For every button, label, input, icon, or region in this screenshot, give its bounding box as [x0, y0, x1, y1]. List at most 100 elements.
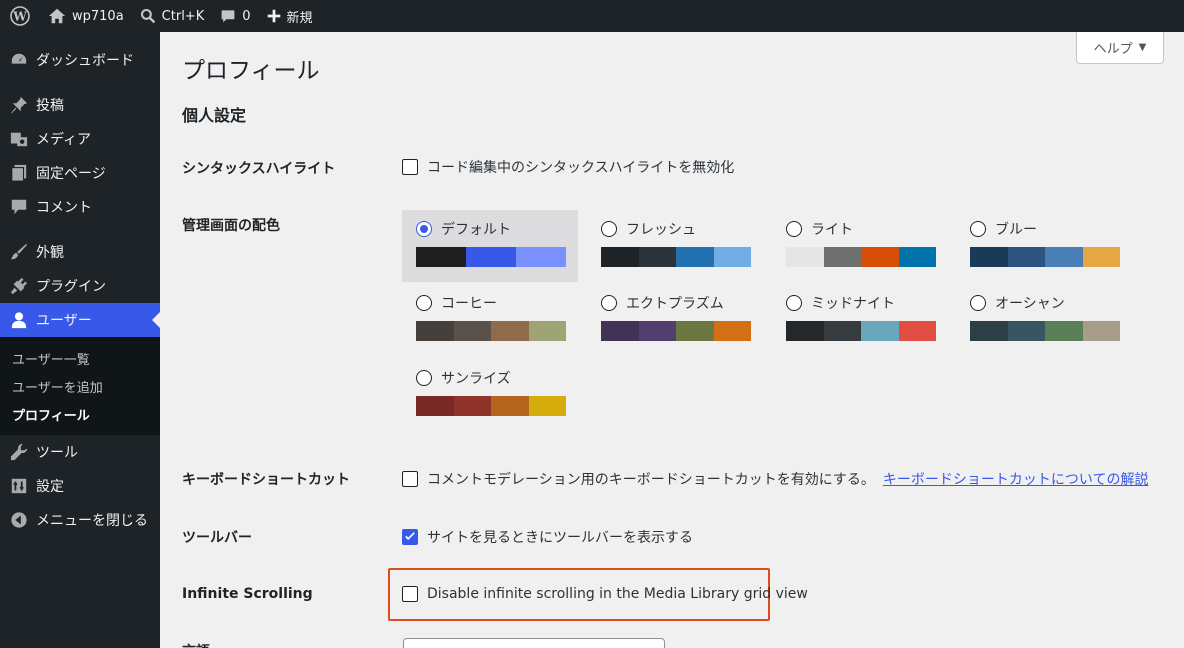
menu-label: ユーザー — [36, 313, 92, 329]
keyboard-checkbox[interactable] — [402, 471, 418, 487]
comments-button[interactable]: 0 — [212, 0, 258, 32]
scheme-ectoplasm[interactable]: エクトプラズム — [587, 284, 763, 356]
help-button[interactable]: ヘルプ ▼ — [1076, 32, 1164, 64]
plugin-icon — [10, 277, 28, 295]
keyboard-option[interactable]: コメントモデレーション用のキーボードショートカットを有効にする。 キーボードショ… — [402, 469, 1148, 489]
scheme-name: サンライズ — [441, 371, 511, 387]
checkmark-icon — [405, 532, 415, 540]
new-label: 新規 — [286, 10, 313, 26]
toolbar-checkbox-label: サイトを見るときにツールバーを表示する — [427, 530, 693, 546]
menu-label: コメント — [36, 200, 92, 216]
menu-media[interactable]: メディア — [0, 122, 160, 156]
pin-icon — [10, 96, 28, 114]
scheme-radio[interactable] — [601, 221, 617, 237]
keyboard-checkbox-label: コメントモデレーション用のキーボードショートカットを有効にする。 — [427, 472, 875, 488]
menu-label: 投稿 — [36, 98, 64, 114]
scheme-radio[interactable] — [970, 295, 986, 311]
scheme-radio[interactable] — [970, 221, 986, 237]
settings-icon — [10, 477, 28, 495]
language-label: 言語 — [182, 641, 210, 648]
menu-users[interactable]: ユーザー — [0, 303, 160, 337]
users-submenu: ユーザー一覧 ユーザーを追加 プロフィール — [0, 337, 160, 435]
scheme-coffee[interactable]: コーヒー — [402, 284, 578, 356]
svg-text:W: W — [12, 10, 27, 24]
scheme-name: フレッシュ — [626, 222, 696, 238]
comments-count: 0 — [242, 8, 251, 24]
infinite-label: Infinite Scrolling — [182, 586, 313, 602]
scheme-swatches — [786, 321, 936, 341]
scheme-midnight[interactable]: ミッドナイト — [772, 284, 948, 356]
syntax-checkbox[interactable] — [402, 159, 418, 175]
menu-dashboard[interactable]: ダッシュボード — [0, 43, 160, 77]
menu-label: メディア — [36, 132, 92, 148]
submenu-add-user[interactable]: ユーザーを追加 — [0, 372, 160, 400]
menu-collapse[interactable]: メニューを閉じる — [0, 503, 160, 537]
search-shortcut: Ctrl+K — [161, 8, 205, 24]
infinite-checkbox-label: Disable infinite scrolling in the Media … — [427, 586, 808, 602]
scheme-blue[interactable]: ブルー — [956, 210, 1132, 282]
admin-bar: W wp710a Ctrl+K 0 新規 — [0, 0, 1184, 32]
menu-label: ツール — [36, 445, 78, 461]
syntax-option[interactable]: コード編集中のシンタックスハイライトを無効化 — [402, 157, 734, 177]
scheme-swatches — [601, 321, 751, 341]
scheme-radio[interactable] — [786, 221, 802, 237]
scheme-radio[interactable] — [416, 221, 432, 237]
scheme-name: ライト — [811, 222, 853, 238]
help-label: ヘルプ — [1093, 42, 1133, 57]
menu-posts[interactable]: 投稿 — [0, 88, 160, 122]
wp-logo-button[interactable]: W — [0, 0, 40, 32]
menu-plugins[interactable]: プラグイン — [0, 269, 160, 303]
menu-label: 外観 — [36, 245, 64, 261]
menu-settings[interactable]: 設定 — [0, 469, 160, 503]
toolbar-label: ツールバー — [182, 530, 252, 546]
scheme-swatches — [970, 321, 1120, 341]
syntax-label: シンタックスハイライト — [182, 161, 336, 177]
section-heading: 個人設定 — [182, 106, 247, 125]
toolbar-option[interactable]: サイトを見るときにツールバーを表示する — [402, 527, 693, 547]
scheme-name: オーシャン — [995, 296, 1065, 312]
scheme-name: エクトプラズム — [626, 296, 724, 312]
home-icon — [48, 8, 66, 24]
keyboard-label: キーボードショートカット — [182, 472, 350, 488]
submenu-profile[interactable]: プロフィール — [0, 400, 160, 428]
site-name-button[interactable]: wp710a — [40, 0, 132, 32]
scheme-radio[interactable] — [601, 295, 617, 311]
scheme-swatches — [786, 247, 936, 267]
caret-down-icon: ▼ — [1138, 42, 1147, 53]
menu-label: メニューを閉じる — [36, 513, 148, 529]
search-icon — [140, 8, 155, 24]
scheme-fresh[interactable]: フレッシュ — [587, 210, 763, 282]
scheme-default[interactable]: デフォルト — [402, 210, 578, 282]
scheme-swatches — [416, 396, 566, 416]
keyboard-docs-link[interactable]: キーボードショートカットについての解説 — [883, 469, 1149, 489]
color-scheme-label: 管理画面の配色 — [182, 218, 280, 234]
menu-label: 固定ページ — [36, 166, 106, 182]
menu-label: プラグイン — [36, 279, 106, 295]
wordpress-icon: W — [10, 6, 30, 26]
language-select[interactable] — [403, 638, 665, 648]
search-shortcut-button[interactable]: Ctrl+K — [132, 0, 213, 32]
scheme-name: デフォルト — [441, 222, 511, 238]
plus-icon — [267, 9, 280, 23]
scheme-radio[interactable] — [416, 370, 432, 386]
scheme-sunrise[interactable]: サンライズ — [402, 359, 578, 431]
infinite-checkbox[interactable] — [402, 586, 418, 602]
scheme-radio[interactable] — [416, 295, 432, 311]
menu-label: ダッシュボード — [36, 53, 134, 69]
submenu-all-users[interactable]: ユーザー一覧 — [0, 344, 160, 372]
scheme-radio[interactable] — [786, 295, 802, 311]
new-content-button[interactable]: 新規 — [259, 0, 321, 32]
media-icon — [10, 130, 28, 148]
menu-tools[interactable]: ツール — [0, 435, 160, 469]
user-icon — [10, 311, 28, 329]
menu-pages[interactable]: 固定ページ — [0, 156, 160, 190]
toolbar-checkbox[interactable] — [402, 529, 418, 545]
scheme-swatches — [970, 247, 1120, 267]
infinite-option[interactable]: Disable infinite scrolling in the Media … — [402, 586, 808, 602]
scheme-swatches — [416, 247, 566, 267]
scheme-ocean[interactable]: オーシャン — [956, 284, 1132, 356]
scheme-light[interactable]: ライト — [772, 210, 948, 282]
menu-appearance[interactable]: 外観 — [0, 235, 160, 269]
menu-comments[interactable]: コメント — [0, 190, 160, 224]
site-name: wp710a — [72, 8, 124, 24]
